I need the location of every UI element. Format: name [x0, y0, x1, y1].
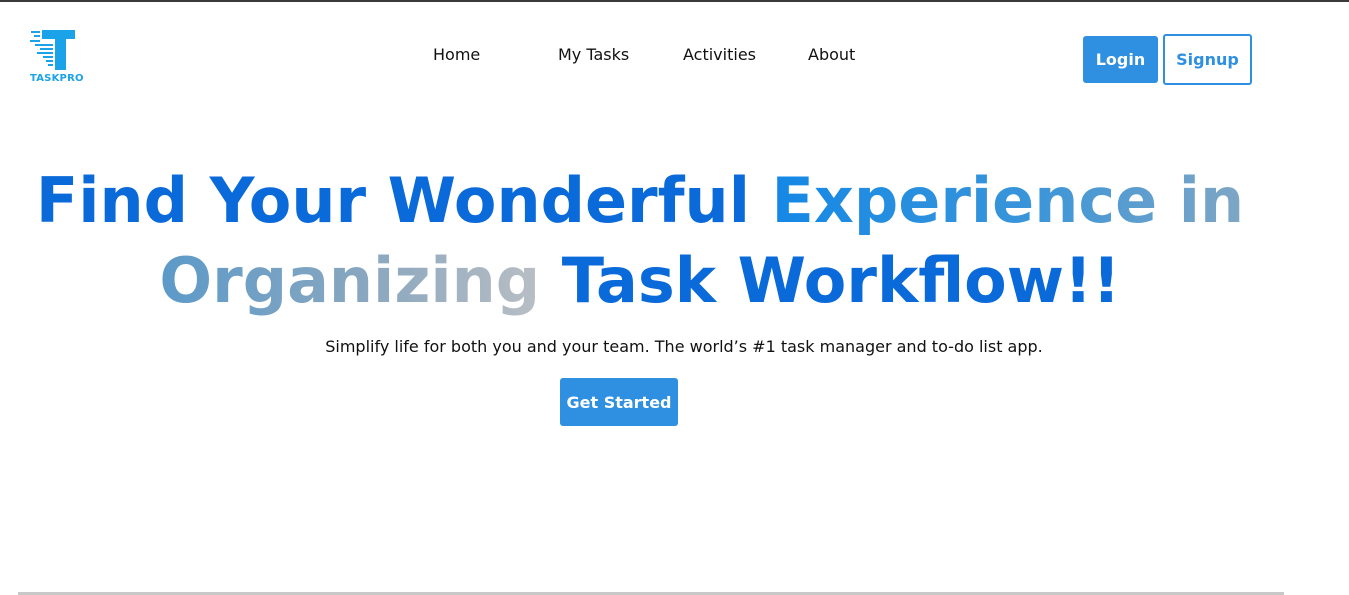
get-started-button[interactable]: Get Started	[560, 378, 678, 426]
window-top-border	[0, 0, 1349, 2]
hero-heading-line-2: Organizing Task Workflow!!	[0, 250, 1280, 312]
hero-heading-part-3: Organizing	[159, 244, 541, 317]
nav-home[interactable]: Home	[433, 45, 480, 64]
hero-subtitle: Simplify life for both you and your team…	[325, 337, 1043, 356]
hero-heading-part-2: Experience in	[771, 164, 1245, 237]
nav-my-tasks[interactable]: My Tasks	[558, 45, 629, 64]
hero-heading-part-4: Task Workflow!!	[540, 244, 1121, 317]
hero-heading-part-1: Find Your Wonderful	[35, 164, 772, 237]
brand-name: TASKPRO	[30, 73, 84, 84]
taskpro-t-logo-icon	[30, 30, 75, 70]
nav-activities[interactable]: Activities	[683, 45, 756, 64]
nav-about[interactable]: About	[808, 45, 855, 64]
login-button[interactable]: Login	[1083, 36, 1158, 83]
hero-heading-line-1: Find Your Wonderful Experience in	[0, 170, 1280, 232]
signup-button[interactable]: Signup	[1163, 34, 1252, 85]
